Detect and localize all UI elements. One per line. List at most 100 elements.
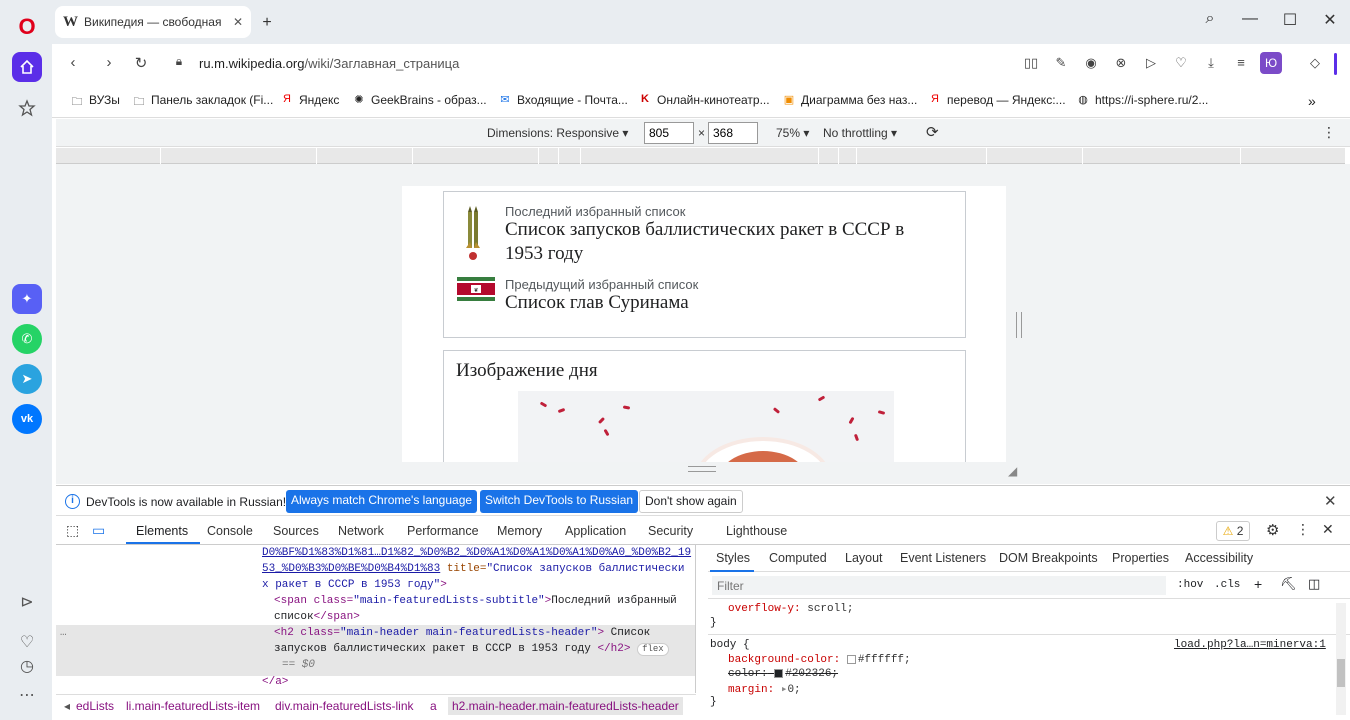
href-value[interactable]: 53_%D0%B3%D0%BE%D0%B4%D1%83 <box>262 563 440 575</box>
search-icon[interactable]: ⌕ <box>1198 10 1222 28</box>
player-icon[interactable]: ⊳ <box>12 587 42 617</box>
more-options-icon[interactable]: ⋮ <box>1322 124 1336 141</box>
styles-scrollbar[interactable] <box>1336 603 1346 715</box>
breadcrumb-scroll-left-icon[interactable]: ◂ <box>64 699 70 713</box>
reload-icon[interactable]: ↻ <box>130 54 152 74</box>
tab-properties[interactable]: Properties <box>1112 551 1169 565</box>
bookmark-item[interactable]: ◍ https://i-sphere.ru/2... <box>1076 93 1208 107</box>
tab-performance[interactable]: Performance <box>407 524 479 538</box>
breadcrumb-item[interactable]: div.main-featuredLists-link <box>275 699 414 713</box>
url-field[interactable]: ru.m.wikipedia.org/wiki/Заглавная_страни… <box>199 56 459 71</box>
opera-logo-icon[interactable]: O <box>12 12 42 42</box>
previous-list-title[interactable]: Список глав Суринама <box>505 291 689 315</box>
reader-icon[interactable]: ▯▯ <box>1022 55 1040 73</box>
hov-toggle[interactable]: :hov <box>1177 579 1203 591</box>
inspect-element-icon[interactable]: ⬚ <box>66 522 79 539</box>
tab-wikipedia[interactable]: W Википедия — свободная ✕ <box>55 6 251 38</box>
bookmark-item[interactable]: 🗀︎ ВУЗы <box>70 93 120 108</box>
star-icon[interactable] <box>12 93 42 123</box>
sidebar-app-vk[interactable]: vk <box>12 404 42 434</box>
rule-source-link[interactable]: load.php?la…n=minerva:1 <box>1174 639 1326 651</box>
bookmark-item[interactable]: ✺ GeekBrains - образ... <box>352 93 486 107</box>
dimensions-select[interactable]: Dimensions: Responsive ▾ <box>487 126 628 140</box>
width-input[interactable] <box>644 122 694 144</box>
breadcrumb-item-active[interactable]: h2.main-header.main-featuredLists-header <box>448 697 683 715</box>
color-swatch[interactable] <box>774 668 784 678</box>
close-tab-icon[interactable]: ✕ <box>233 15 243 29</box>
dom-line[interactable]: D0%BF%D1%83%D1%81…D1%82_%D0%B2_%D0%A1%D0… <box>262 545 691 562</box>
always-match-language-button[interactable]: Always match Chrome's language <box>286 490 478 513</box>
close-window-icon[interactable]: ✕ <box>1318 10 1342 30</box>
camera-icon[interactable]: ◉ <box>1082 55 1100 73</box>
history-icon[interactable]: ◷ <box>12 651 42 681</box>
resize-handle-right[interactable] <box>1016 312 1022 338</box>
zoom-select[interactable]: 75% ▾ <box>776 126 809 140</box>
send-icon[interactable]: ▷ <box>1142 55 1160 73</box>
more-bookmarks-icon[interactable]: » <box>1308 93 1316 109</box>
tab-security[interactable]: Security <box>648 524 693 538</box>
node-ellipsis[interactable]: … <box>60 625 67 642</box>
height-input[interactable] <box>708 122 758 144</box>
dom-line[interactable]: </a> <box>262 674 288 691</box>
settings-sliders-icon[interactable]: ≡ <box>1232 55 1250 73</box>
maximize-icon[interactable]: ☐ <box>1278 10 1302 30</box>
dont-show-again-button[interactable]: Don't show again <box>639 490 743 513</box>
breadcrumb-item[interactable]: a <box>430 699 437 713</box>
tab-accessibility[interactable]: Accessibility <box>1185 551 1253 565</box>
close-devtools-icon[interactable]: ✕ <box>1322 521 1334 538</box>
css-declaration-overridden[interactable]: color: #202326; <box>728 668 838 680</box>
forward-icon[interactable]: › <box>98 54 120 74</box>
warnings-badge[interactable]: ⚠ 2 <box>1216 521 1250 541</box>
bookmark-item[interactable]: Я Яндекс <box>280 93 339 107</box>
toggle-sidebar-icon[interactable]: ◫ <box>1308 576 1320 592</box>
new-tab-plus-icon[interactable]: + <box>258 14 276 32</box>
tab-layout[interactable]: Layout <box>845 551 883 565</box>
href-value[interactable]: D0%BF%D1%83%D1%81…D1%82_%D0%B2_%D0%A1%D0… <box>262 547 691 559</box>
tab-sources[interactable]: Sources <box>273 524 319 538</box>
profile-avatar[interactable]: Ю <box>1260 52 1282 74</box>
tab-lighthouse[interactable]: Lighthouse <box>726 524 787 538</box>
css-declaration[interactable]: margin: ▸0; <box>728 682 801 696</box>
bookmark-item[interactable]: 🗀︎ Панель закладок (Fi... <box>132 93 274 108</box>
rotate-icon[interactable]: ⟳ <box>926 123 939 141</box>
switch-to-russian-button[interactable]: Switch DevTools to Russian <box>480 490 639 513</box>
dom-line[interactable]: х ракет в СССР в 1953 году"> <box>262 577 447 594</box>
cube-icon[interactable]: ◇ <box>1306 55 1324 73</box>
sidebar-toggle[interactable] <box>1334 53 1337 75</box>
throttling-select[interactable]: No throttling ▾ <box>823 126 897 140</box>
sidebar-app-telegram[interactable]: ➤ <box>12 364 42 394</box>
tab-dom-breakpoints[interactable]: DOM Breakpoints <box>999 551 1098 565</box>
dom-line-selected[interactable]: запусков баллистических ракет в СССР в 1… <box>274 641 669 658</box>
resize-corner-icon[interactable]: ◢ <box>1008 464 1017 478</box>
tab-memory[interactable]: Memory <box>497 524 542 538</box>
tab-network[interactable]: Network <box>338 524 384 538</box>
sidebar-app-aria[interactable]: ✦ <box>12 284 42 314</box>
sidebar-app-whatsapp[interactable]: ✆ <box>12 324 42 354</box>
css-declaration[interactable]: overflow-y: scroll; <box>728 603 853 615</box>
tab-elements[interactable]: Elements <box>136 524 188 538</box>
dom-line[interactable]: список</span> <box>274 609 360 626</box>
home-icon[interactable] <box>12 52 42 82</box>
minimize-icon[interactable]: — <box>1238 10 1262 28</box>
bookmark-item[interactable]: Яперевод — Яндекс:... <box>928 93 1066 107</box>
breadcrumb-item[interactable]: edLists <box>76 699 114 713</box>
cls-toggle[interactable]: .cls <box>1214 579 1240 591</box>
tab-application[interactable]: Application <box>565 524 626 538</box>
download-icon[interactable]: ⤓ <box>1202 55 1220 73</box>
new-rule-plus-icon[interactable]: + <box>1254 576 1262 592</box>
flex-badge[interactable]: flex <box>637 643 669 656</box>
dom-line[interactable]: 53_%D0%B3%D0%BE%D0%B4%D1%83 title="Списо… <box>262 561 685 578</box>
bookmark-item[interactable]: ▣ Диаграмма без наз... <box>782 93 918 107</box>
settings-gear-icon[interactable]: ⚙ <box>1266 521 1279 539</box>
resize-handle-bottom[interactable] <box>688 466 716 472</box>
css-declaration[interactable]: background-color: #ffffff; <box>728 654 911 666</box>
heart-icon[interactable]: ♡ <box>1172 55 1190 73</box>
breadcrumb-item[interactable]: li.main-featuredLists-item <box>126 699 260 713</box>
bookmark-item[interactable]: K Онлайн-кинотеатр... <box>638 93 770 107</box>
bookmark-item[interactable]: ✉ Входящие - Почта... <box>498 93 628 107</box>
dom-line[interactable]: <span class="main-featuredLists-subtitle… <box>274 593 677 610</box>
back-icon[interactable]: ‹ <box>62 54 84 74</box>
tab-styles[interactable]: Styles <box>716 551 750 565</box>
picture-of-day-image[interactable] <box>518 391 894 462</box>
tab-event-listeners[interactable]: Event Listeners <box>900 551 986 565</box>
